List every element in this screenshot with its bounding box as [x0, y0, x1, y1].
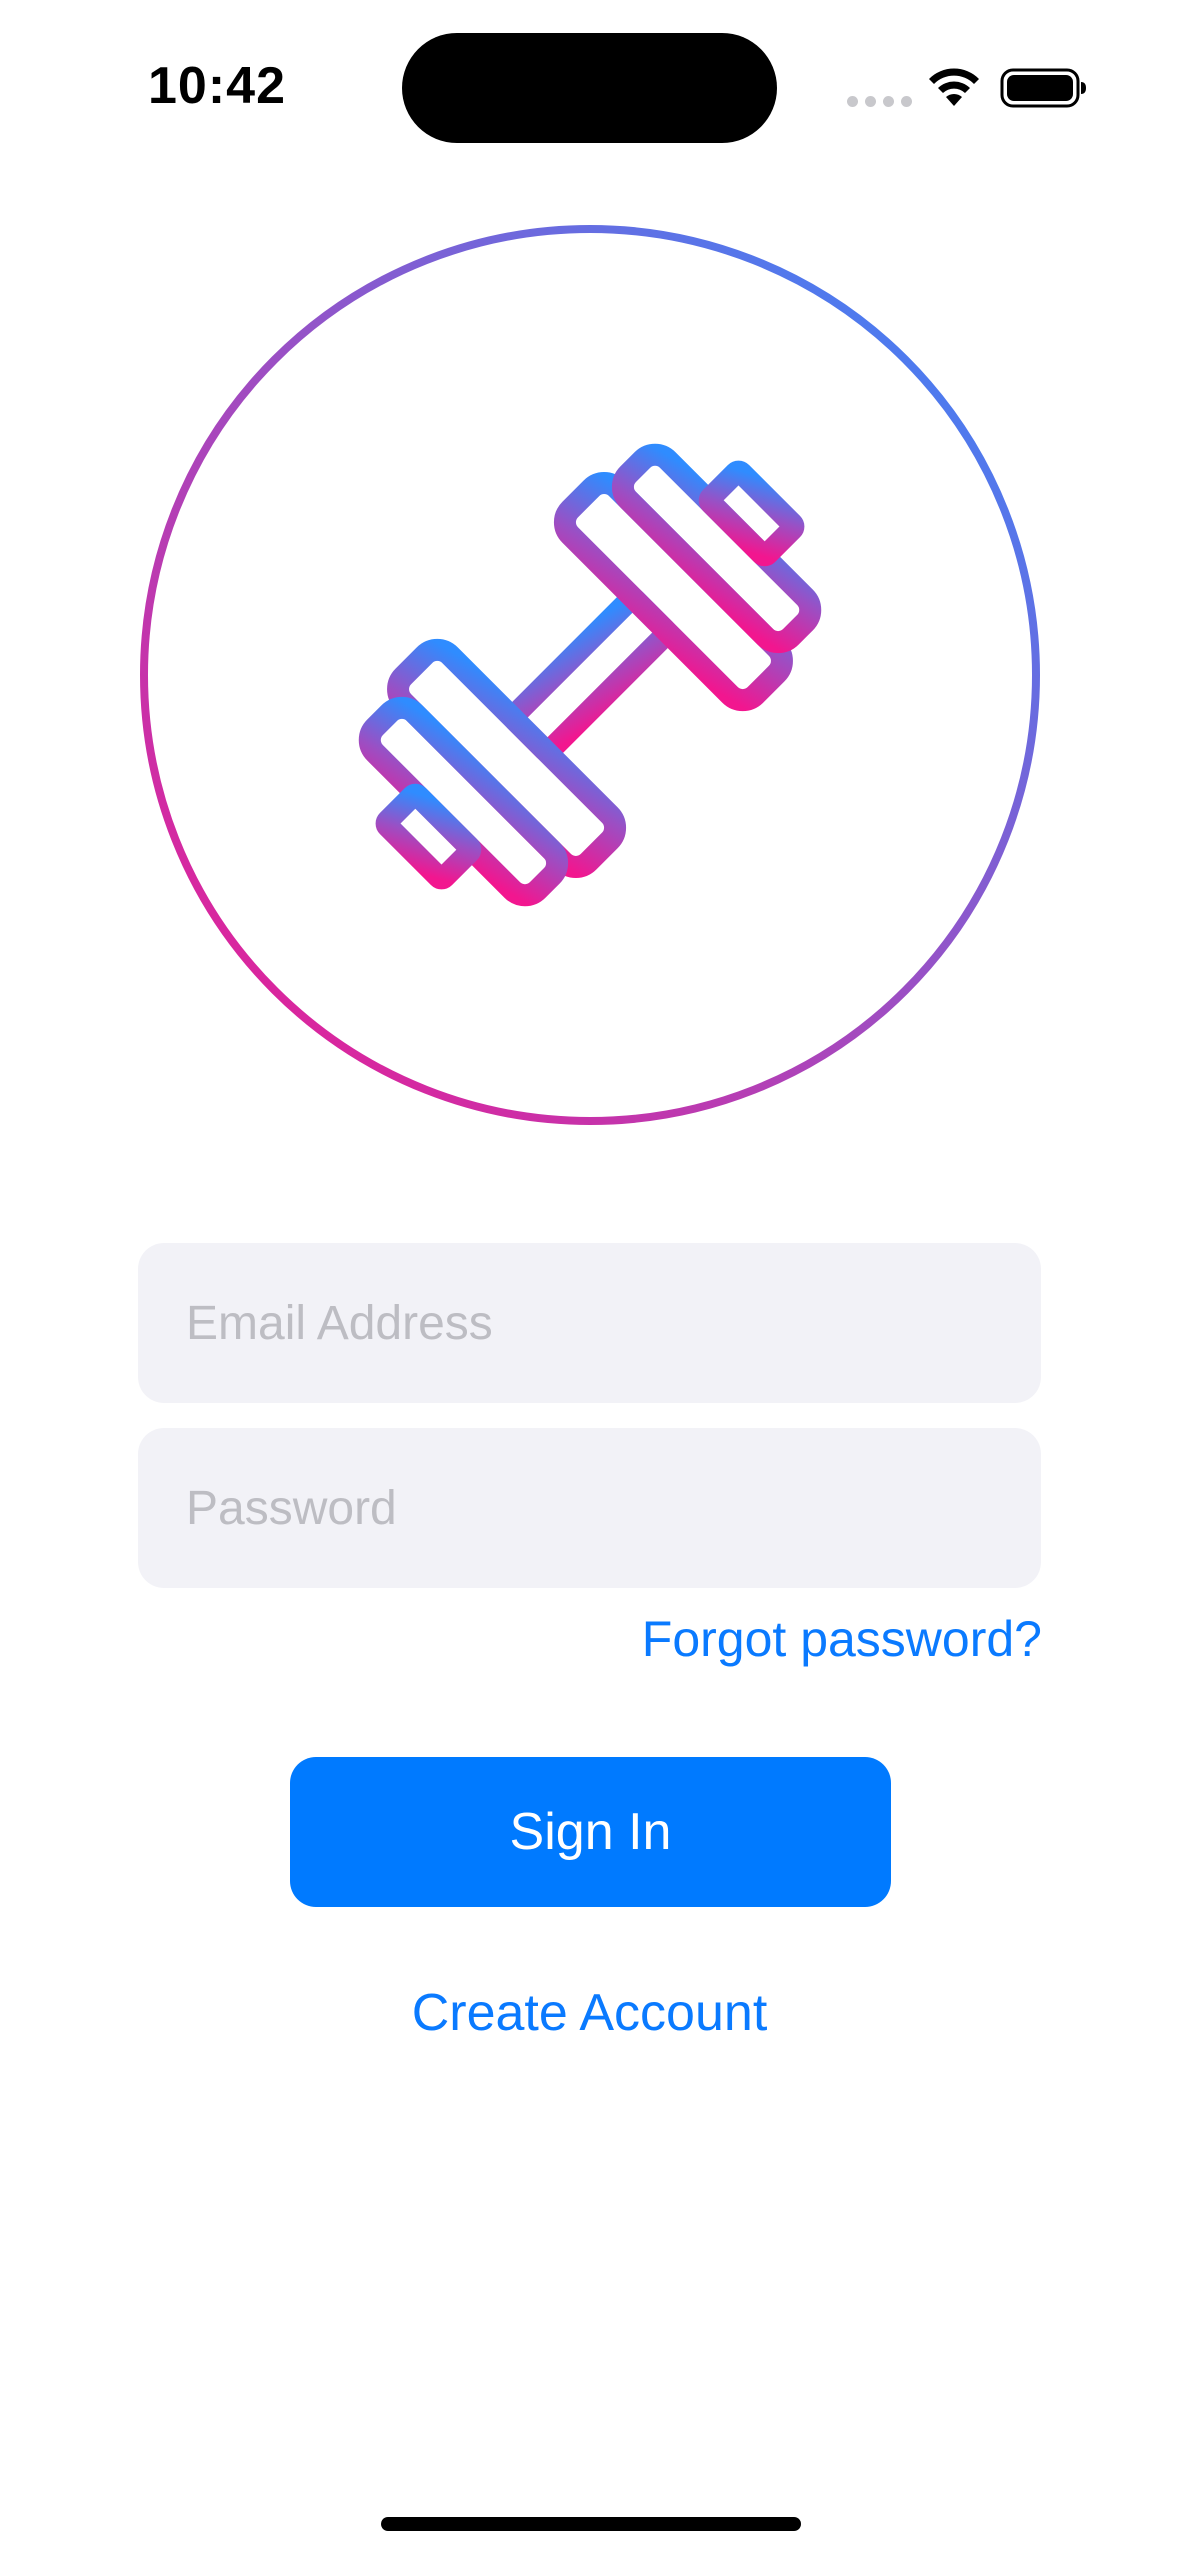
password-field[interactable] — [138, 1428, 1041, 1588]
cellular-signal-icon — [847, 96, 912, 107]
home-indicator[interactable] — [381, 2517, 801, 2531]
battery-icon — [1000, 68, 1086, 108]
status-time: 10:42 — [148, 57, 286, 115]
sign-in-button[interactable]: Sign In — [290, 1757, 891, 1907]
email-field[interactable] — [138, 1243, 1041, 1403]
dumbbell-logo-icon — [140, 225, 1040, 1125]
wifi-icon — [929, 68, 979, 106]
create-account-link[interactable]: Create Account — [0, 1983, 1179, 2043]
forgot-password-link[interactable]: Forgot password? — [642, 1610, 1042, 1668]
dynamic-island — [402, 33, 777, 143]
status-bar: 10:42 — [0, 0, 1179, 180]
